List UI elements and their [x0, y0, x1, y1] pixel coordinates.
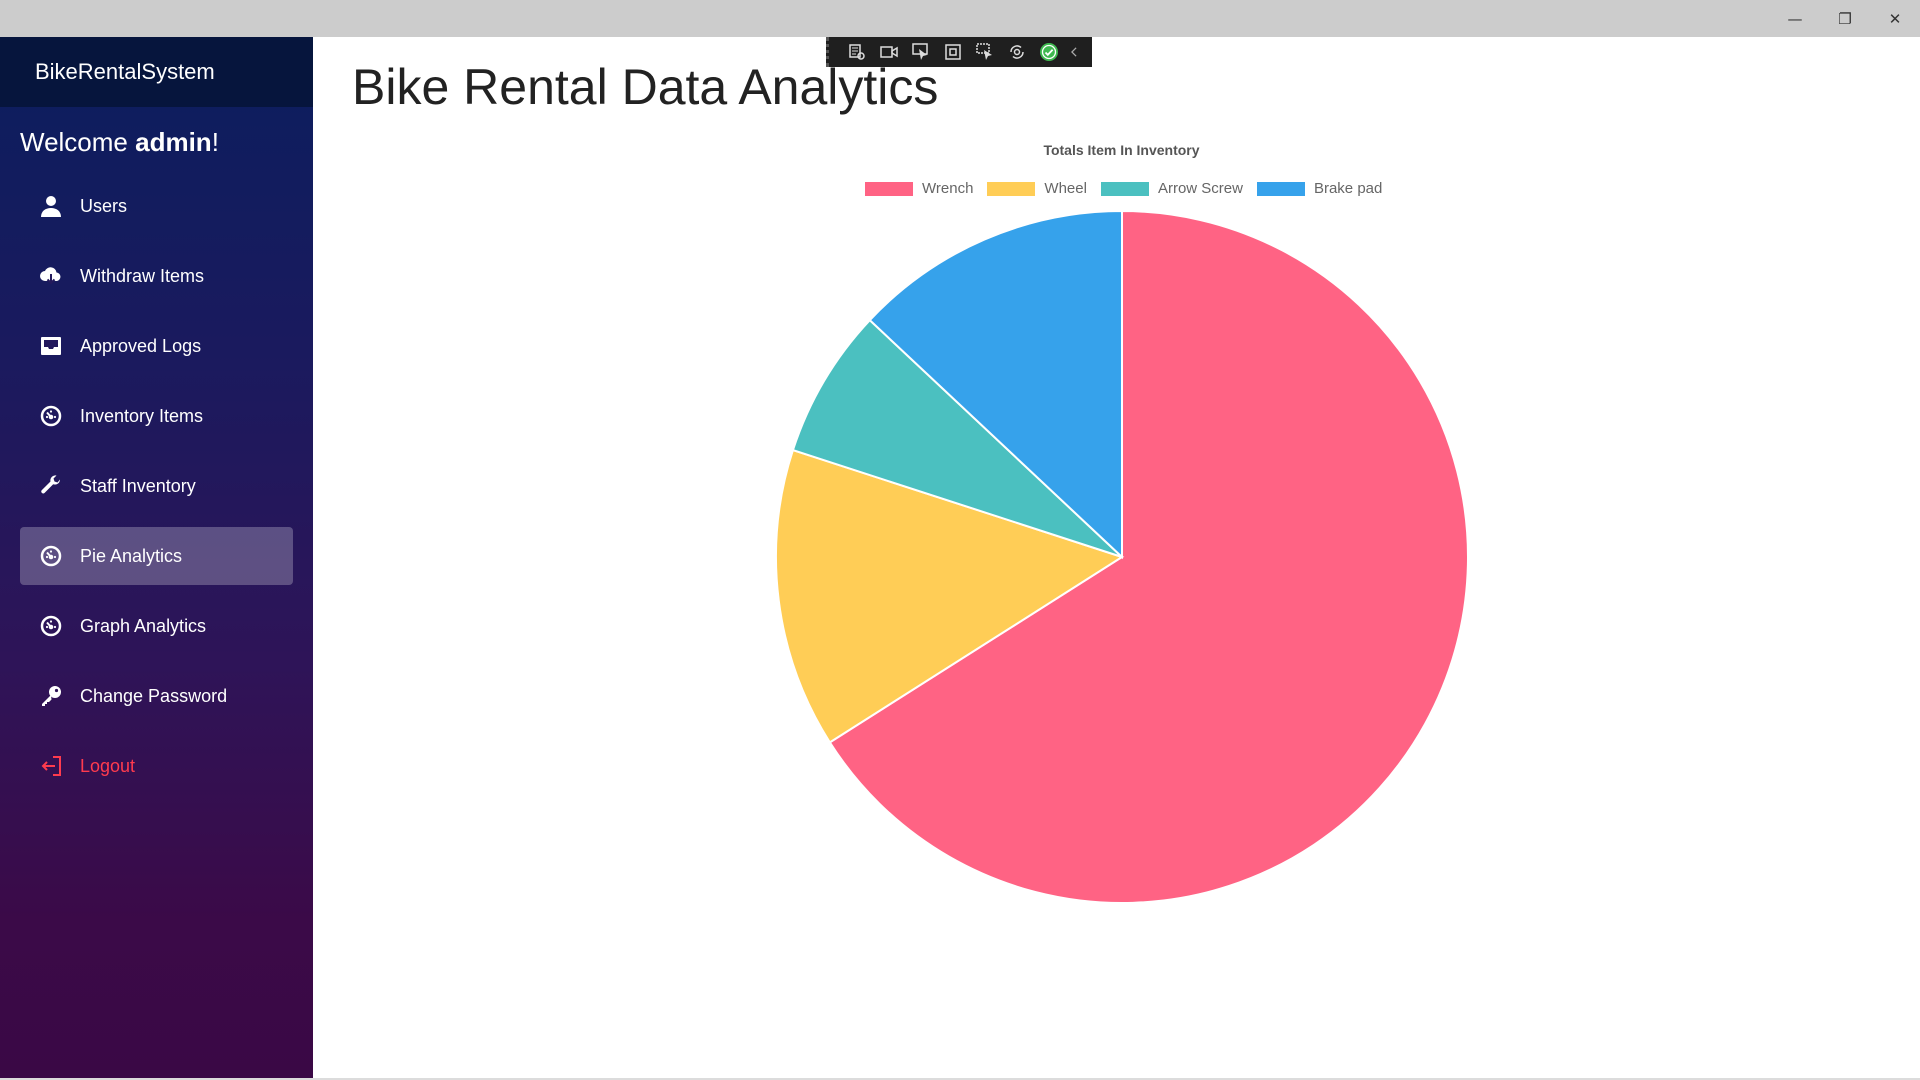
- sidebar-item-pie-analytics[interactable]: Pie Analytics: [20, 527, 293, 585]
- sidebar-item-change-password[interactable]: Change Password: [20, 667, 293, 725]
- sidebar: BikeRentalSystem Welcome admin! Users Wi…: [0, 37, 313, 1078]
- key-icon: [38, 683, 64, 709]
- close-button[interactable]: ✕: [1870, 0, 1920, 37]
- legend-item[interactable]: Wheel: [987, 180, 1087, 197]
- sidebar-item-label: Logout: [80, 755, 136, 776]
- legend-item[interactable]: Wrench: [865, 180, 973, 197]
- sidebar-item-staff-inventory[interactable]: Staff Inventory: [20, 457, 293, 515]
- sidebar-item-logout[interactable]: Logout: [20, 737, 293, 795]
- window-titlebar: — ❐ ✕: [0, 0, 1920, 37]
- sidebar-item-label: Inventory Items: [80, 405, 204, 426]
- sidebar-item-inventory-items[interactable]: Inventory Items: [20, 387, 293, 445]
- sidebar-item-label: Staff Inventory: [80, 475, 196, 496]
- chart-legend: Wrench Wheel Arrow Screw Brake pad: [865, 180, 1382, 197]
- dashboard-gauge-icon: [38, 403, 64, 429]
- sidebar-item-label: Graph Analytics: [80, 615, 207, 636]
- legend-item[interactable]: Brake pad: [1256, 180, 1383, 197]
- legend-label: Wrench: [922, 180, 974, 197]
- pie-chart: [775, 210, 1469, 904]
- chart-title: Totals Item In Inventory: [1043, 142, 1200, 158]
- sidebar-item-label: Pie Analytics: [80, 545, 183, 566]
- sidebar-item-label: Approved Logs: [80, 335, 202, 356]
- sidebar-item-withdraw-items[interactable]: Withdraw Items: [20, 247, 293, 305]
- legend-swatch: [865, 181, 913, 196]
- sidebar-item-graph-analytics[interactable]: Graph Analytics: [20, 597, 293, 655]
- maximize-button[interactable]: ❐: [1820, 0, 1870, 37]
- wrench-icon: [38, 473, 64, 499]
- display-layout-adorners-icon[interactable]: [939, 40, 967, 64]
- hot-reload-icon[interactable]: [1003, 40, 1031, 64]
- sidebar-item-label: Withdraw Items: [80, 265, 205, 286]
- dashboard-gauge-icon: [38, 543, 64, 569]
- legend-swatch: [987, 181, 1036, 196]
- sidebar-item-label: Change Password: [80, 685, 228, 706]
- legend-swatch: [1256, 181, 1305, 196]
- page-title: Bike Rental Data Analytics: [352, 59, 939, 115]
- sidebar-item-approved-logs[interactable]: Approved Logs: [20, 317, 293, 375]
- legend-label: Wheel: [1044, 180, 1087, 197]
- app-brand[interactable]: BikeRentalSystem: [0, 37, 313, 107]
- sidebar-item-users[interactable]: Users: [20, 177, 293, 235]
- user-icon: [38, 193, 64, 219]
- sidebar-item-label: Users: [80, 195, 128, 216]
- cloud-download-icon: [38, 263, 64, 289]
- track-focus-icon[interactable]: [971, 40, 999, 64]
- check-circle-icon[interactable]: [1035, 40, 1063, 64]
- collapse-chevron-icon[interactable]: [1067, 40, 1081, 64]
- legend-label: Brake pad: [1313, 180, 1383, 197]
- legend-swatch: [1100, 181, 1149, 196]
- dashboard-gauge-icon: [38, 613, 64, 639]
- inbox-icon: [38, 333, 64, 359]
- logout-icon: [38, 753, 64, 779]
- minimize-button[interactable]: —: [1770, 0, 1820, 37]
- legend-item[interactable]: Arrow Screw: [1100, 180, 1243, 197]
- legend-label: Arrow Screw: [1157, 180, 1243, 197]
